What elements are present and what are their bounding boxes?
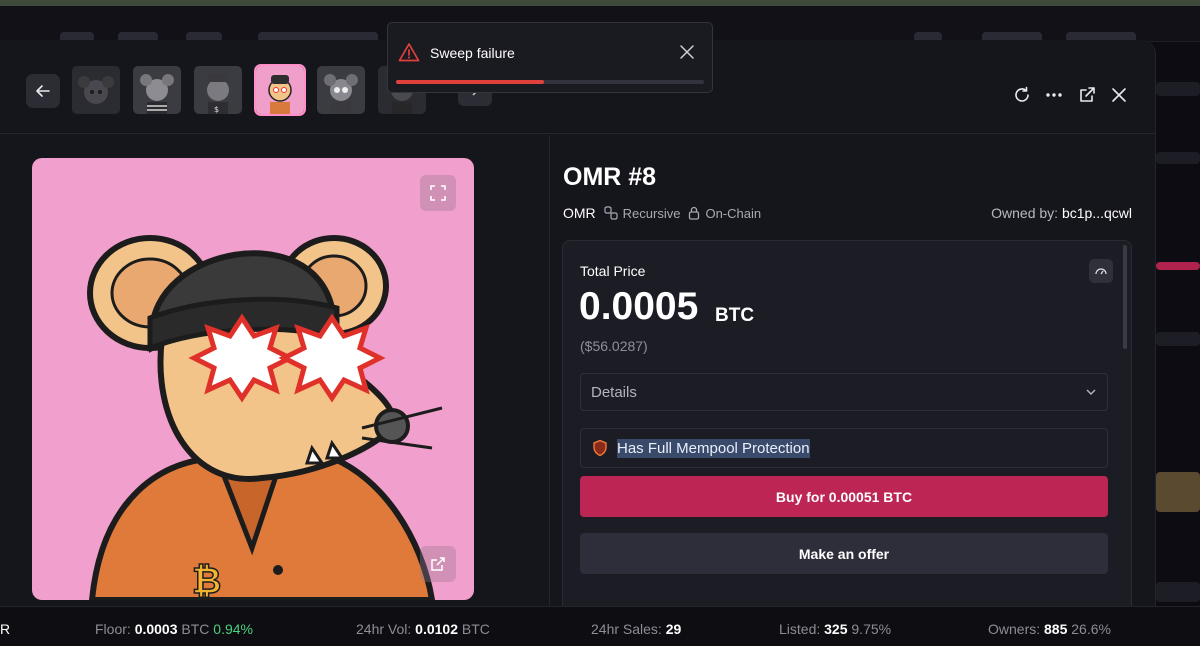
toast-close-icon[interactable] bbox=[678, 43, 696, 61]
scrollbar[interactable] bbox=[1123, 245, 1127, 349]
fullscreen-button[interactable] bbox=[420, 175, 456, 211]
price-unit: BTC bbox=[715, 305, 755, 326]
owners-stat: Owners: 885 26.6% bbox=[988, 621, 1111, 637]
close-icon bbox=[1112, 88, 1126, 102]
external-link-icon bbox=[431, 557, 445, 571]
open-artwork-external-button[interactable] bbox=[420, 546, 456, 582]
floor-stat: Floor: 0.0003 BTC 0.94% bbox=[95, 621, 253, 637]
external-link-icon bbox=[1080, 87, 1095, 102]
artwork-pane: ₿ bbox=[0, 135, 550, 606]
thumbnail-item-selected[interactable] bbox=[254, 64, 306, 116]
listed-percent: 9.75% bbox=[851, 621, 892, 637]
details-label: Details bbox=[591, 383, 637, 401]
warning-triangle-icon bbox=[398, 43, 420, 62]
refresh-button[interactable] bbox=[1011, 84, 1033, 106]
item-title: OMR #8 bbox=[563, 163, 657, 191]
listed-stat: Listed: 325 9.75% bbox=[779, 621, 891, 637]
more-options-button[interactable] bbox=[1043, 84, 1065, 106]
recursive-label: Recursive bbox=[622, 205, 681, 221]
open-external-button[interactable] bbox=[1076, 84, 1098, 106]
link-icon bbox=[604, 206, 618, 220]
price-card: Total Price 0.0005 BTC ($56.0287) Detail… bbox=[562, 240, 1132, 606]
price-value: 0.0005 bbox=[579, 285, 699, 328]
volume-stat: 24hr Vol: 0.0102 BTC bbox=[356, 621, 490, 637]
owner-info: Owned by: bc1p...qcwl bbox=[991, 205, 1132, 221]
owners-value: 885 bbox=[1044, 621, 1068, 637]
svg-text:$: $ bbox=[214, 105, 219, 114]
expand-icon bbox=[430, 185, 446, 201]
total-price-label: Total Price bbox=[580, 263, 646, 279]
sales-value: 29 bbox=[665, 621, 682, 637]
mempool-protection-banner: Has Full Mempool Protection bbox=[580, 428, 1108, 468]
thumbnail-item[interactable] bbox=[133, 66, 181, 114]
floor-value: 0.0003 bbox=[134, 621, 178, 637]
make-offer-button[interactable]: Make an offer bbox=[580, 533, 1108, 574]
collection-stats-bar: R Floor: 0.0003 BTC 0.94% 24hr Vol: 0.01… bbox=[0, 606, 1200, 646]
owners-percent: 26.6% bbox=[1071, 621, 1111, 637]
sales-stat: 24hr Sales: 29 bbox=[591, 621, 681, 637]
sales-label: 24hr Sales: bbox=[591, 621, 662, 637]
collection-link[interactable]: OMR bbox=[563, 205, 596, 221]
chevron-down-icon bbox=[1086, 389, 1096, 395]
truncated-text: R bbox=[0, 621, 11, 637]
toast-progress-fill bbox=[396, 80, 544, 84]
thumbnail-item[interactable] bbox=[317, 66, 365, 114]
toast-progress-track bbox=[396, 80, 704, 84]
recursive-tag: Recursive bbox=[604, 205, 681, 221]
lock-icon bbox=[689, 206, 700, 220]
thumbnail-item[interactable]: $ bbox=[194, 66, 242, 114]
volume-label: 24hr Vol: bbox=[356, 621, 412, 637]
toast-message: Sweep failure bbox=[430, 45, 515, 61]
item-meta: OMR Recursive On-Chain bbox=[563, 205, 761, 221]
sweep-failure-toast: Sweep failure bbox=[387, 22, 713, 93]
floor-unit: BTC bbox=[181, 621, 210, 637]
shield-icon bbox=[593, 439, 607, 457]
close-modal-button[interactable] bbox=[1108, 84, 1130, 106]
refresh-icon bbox=[1015, 86, 1029, 102]
background-side-panel bbox=[1156, 42, 1200, 606]
buy-button[interactable]: Buy for 0.00051 BTC bbox=[580, 476, 1108, 517]
nft-artwork: ₿ bbox=[32, 158, 474, 600]
back-button[interactable] bbox=[26, 74, 60, 108]
onchain-tag: On-Chain bbox=[688, 206, 761, 221]
volume-value: 0.0102 bbox=[415, 621, 458, 637]
floor-change: 0.94% bbox=[213, 621, 253, 637]
item-detail-modal: $ ₿ OMR #8 OMR Recursive On-Chain Owned … bbox=[0, 40, 1156, 606]
protection-text: Has Full Mempool Protection bbox=[617, 438, 810, 458]
owner-address[interactable]: bc1p...qcwl bbox=[1062, 205, 1132, 221]
owned-by-label: Owned by: bbox=[991, 205, 1059, 221]
more-dots-icon bbox=[1046, 93, 1062, 97]
floor-label: Floor: bbox=[95, 621, 131, 637]
details-dropdown[interactable]: Details bbox=[580, 373, 1108, 411]
fee-speed-button[interactable] bbox=[1089, 259, 1113, 283]
gauge-icon bbox=[1095, 268, 1107, 275]
thumbnail-item[interactable] bbox=[72, 66, 120, 114]
arrow-left-icon bbox=[36, 85, 50, 97]
svg-text:₿: ₿ bbox=[192, 561, 221, 600]
item-info-pane: OMR #8 OMR Recursive On-Chain Owned by: … bbox=[551, 135, 1155, 606]
volume-unit: BTC bbox=[461, 621, 490, 637]
listed-value: 325 bbox=[824, 621, 848, 637]
listed-label: Listed: bbox=[779, 621, 821, 637]
rat-artwork-image: ₿ bbox=[87, 235, 443, 600]
onchain-label: On-Chain bbox=[705, 205, 762, 221]
usd-price: ($56.0287) bbox=[580, 338, 648, 354]
owners-label: Owners: bbox=[988, 621, 1041, 637]
